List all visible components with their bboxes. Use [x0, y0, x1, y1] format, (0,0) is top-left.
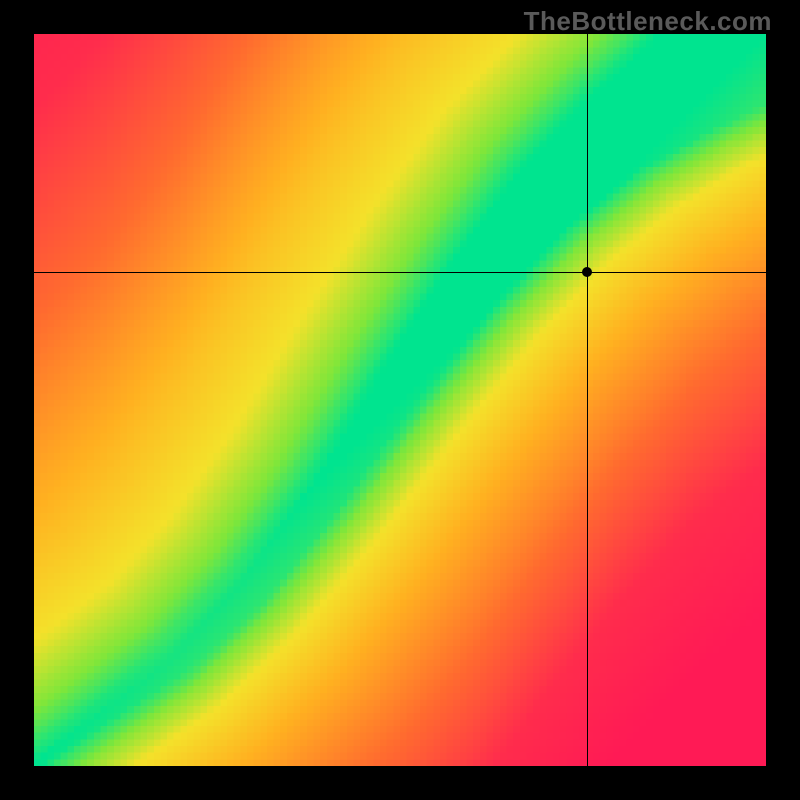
crosshair-horizontal [34, 272, 766, 274]
crosshair-vertical [587, 34, 589, 766]
watermark-text: TheBottleneck.com [524, 6, 772, 37]
chart-frame: TheBottleneck.com [0, 0, 800, 800]
heatmap-plot [34, 34, 766, 766]
marker-dot [582, 267, 592, 277]
heatmap-canvas [34, 34, 766, 766]
